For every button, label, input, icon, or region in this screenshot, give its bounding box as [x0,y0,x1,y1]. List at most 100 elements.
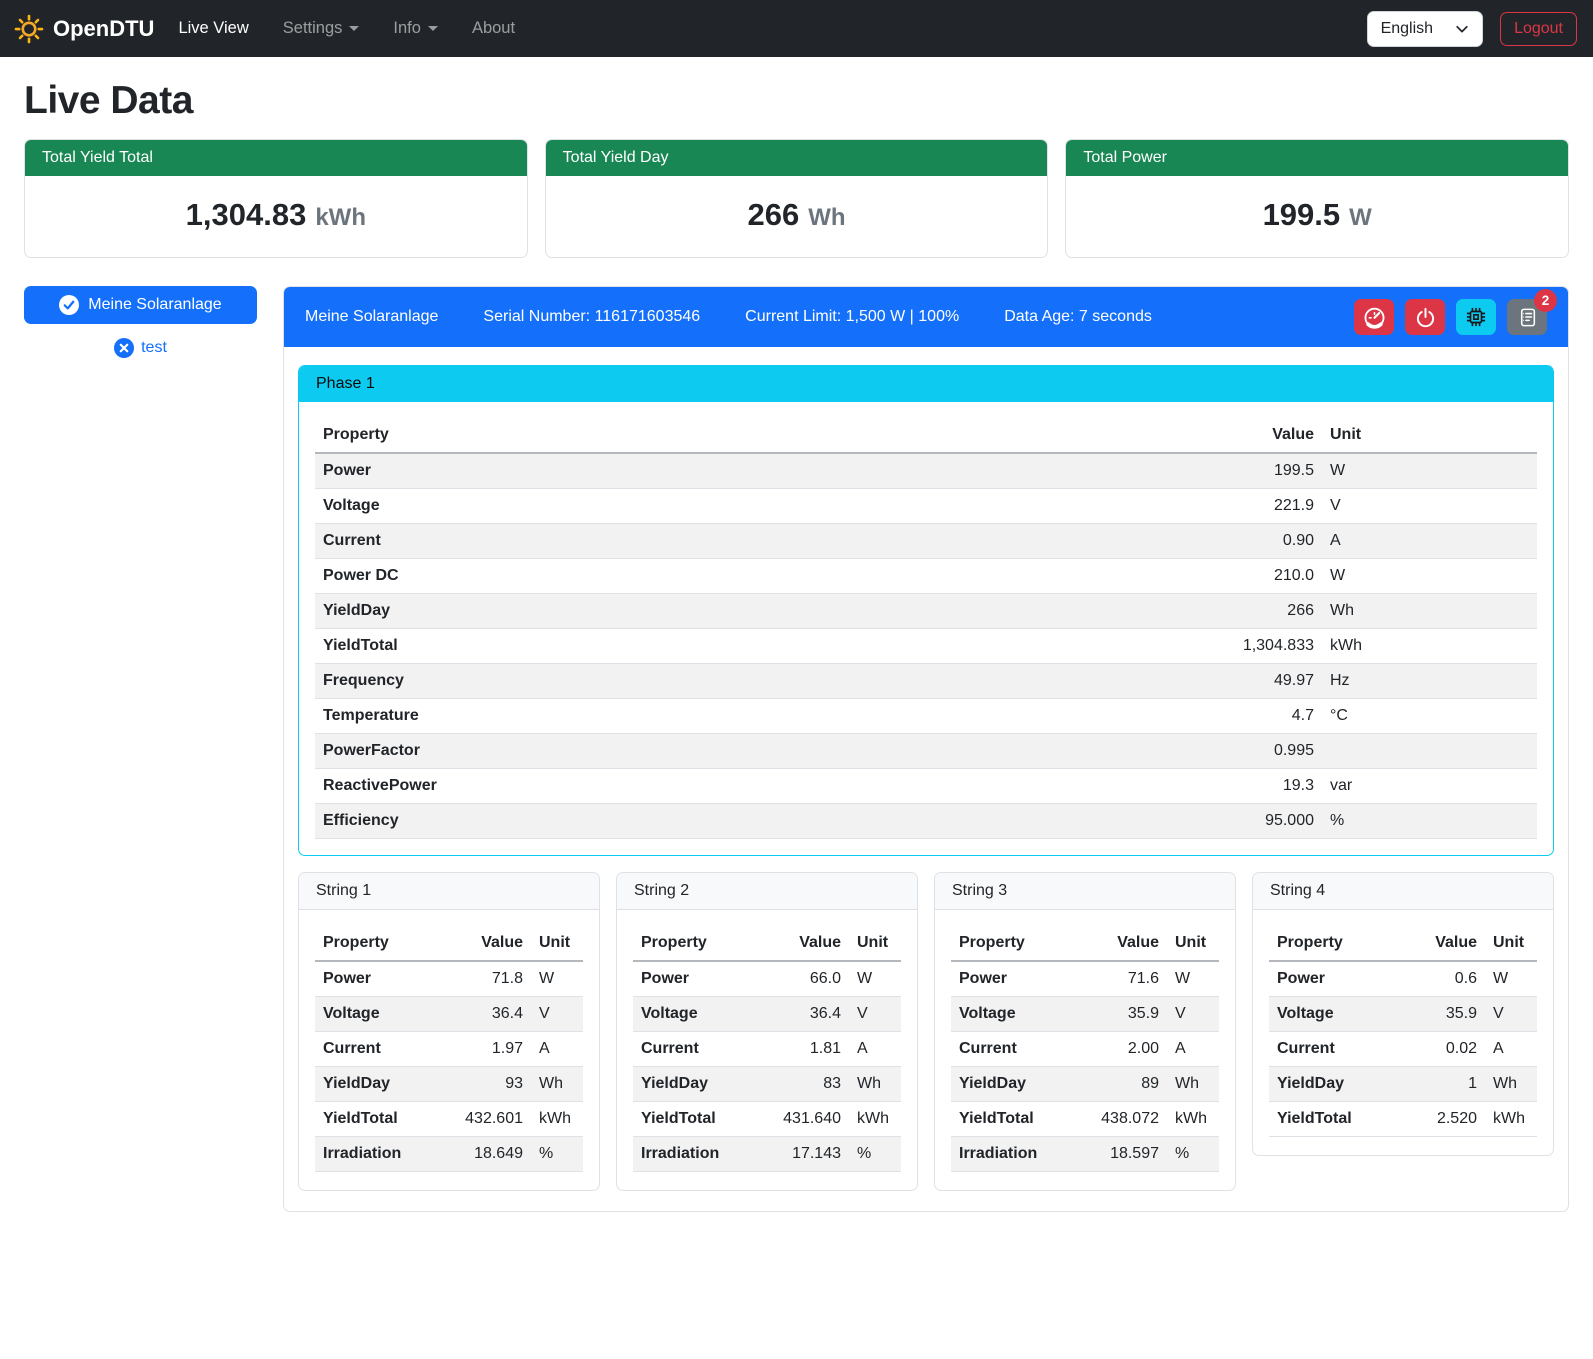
property-cell: Power DC [315,559,1202,594]
string-4-card: String 4 Property Value Unit [1252,872,1554,1156]
table-row: Irradiation18.597% [951,1137,1219,1172]
value-cell: 71.8 [441,961,531,997]
table-header-row: Property Value Unit [315,418,1537,453]
property-cell: Voltage [1269,997,1395,1032]
property-cell: Voltage [951,997,1077,1032]
unit-cell: A [531,1032,583,1067]
property-cell: Current [951,1032,1077,1067]
table-row: Current1.97A [315,1032,583,1067]
summary-value: 266 [747,197,799,233]
inverter-test-label: test [141,339,167,357]
table-row: Current1.81A [633,1032,901,1067]
column-header-property: Property [315,926,441,961]
phase-card: Phase 1 Property Value Unit Power199.5WV… [298,365,1554,856]
navbar-right: English Logout [1367,11,1577,47]
string-2-card: String 2 Property Value Unit [616,872,918,1191]
unit-cell: A [1322,524,1537,559]
unit-cell: V [849,997,901,1032]
navbar: OpenDTU Live View Settings Info About En… [0,0,1593,57]
table-row: YieldTotal432.601kWh [315,1102,583,1137]
table-row: YieldDay89Wh [951,1067,1219,1102]
value-cell: 36.4 [759,997,849,1032]
inverter-panel: Meine Solaranlage Serial Number: 1161716… [283,286,1569,1212]
inverter-select-button[interactable]: Meine Solaranlage [24,286,257,324]
summary-unit: Wh [808,204,845,232]
property-cell: PowerFactor [315,734,1202,769]
caret-down-icon [349,26,359,31]
inverter-panel-body: Phase 1 Property Value Unit Power199.5WV… [284,347,1568,1211]
inverter-data-age: Data Age: 7 seconds [1004,308,1152,326]
value-cell: 2.520 [1395,1102,1485,1137]
summary-card-total-power: Total Power 199.5 W [1065,139,1569,258]
string-card-body: Property Value Unit Power71.6WVoltage35.… [935,910,1235,1190]
string-4-table: Property Value Unit Power0.6WVoltage35.9… [1269,926,1537,1137]
logout-button[interactable]: Logout [1500,12,1577,46]
property-cell: Current [315,524,1202,559]
table-row: YieldDay83Wh [633,1067,901,1102]
column-header-unit: Unit [1485,926,1537,961]
unit-cell: °C [1322,699,1537,734]
value-cell: 17.143 [759,1137,849,1172]
nav-item-settings[interactable]: Settings [283,19,360,38]
inverter-test-link[interactable]: test [24,338,257,358]
string-card-body: Property Value Unit Power71.8WVoltage36.… [299,910,599,1190]
unit-cell: kWh [1167,1102,1219,1137]
property-cell: Efficiency [315,804,1202,839]
string-3-table: Property Value Unit Power71.6WVoltage35.… [951,926,1219,1172]
property-cell: Current [315,1032,441,1067]
table-row: Current0.90A [315,524,1537,559]
string-card-header: String 3 [935,873,1235,910]
table-row: YieldDay1Wh [1269,1067,1537,1102]
summary-card-header: Total Yield Day [546,140,1048,176]
column-header-value: Value [1395,926,1485,961]
value-cell: 18.649 [441,1137,531,1172]
property-cell: Irradiation [951,1137,1077,1172]
value-cell: 199.5 [1202,453,1322,489]
table-row: Efficiency95.000% [315,804,1537,839]
property-cell: YieldDay [315,594,1202,629]
journal-text-icon [1517,307,1538,328]
value-cell: 0.90 [1202,524,1322,559]
nav-item-info[interactable]: Info [393,19,438,38]
column-header-property: Property [315,418,1202,453]
event-count-badge: 2 [1534,289,1557,312]
phase-card-header: Phase 1 [299,366,1553,402]
column-header-value: Value [441,926,531,961]
phase-table: Property Value Unit Power199.5WVoltage22… [315,418,1537,839]
unit-cell: Wh [1322,594,1537,629]
value-cell: 1 [1395,1067,1485,1102]
event-log-button[interactable]: 2 [1507,299,1547,335]
brand[interactable]: OpenDTU [14,14,154,44]
unit-cell: kWh [849,1102,901,1137]
property-cell: Power [315,453,1202,489]
property-cell: Power [1269,961,1395,997]
page-title: Live Data [24,79,1569,123]
limit-settings-button[interactable] [1354,299,1394,335]
table-header-row: Property Value Unit [633,926,901,961]
inverter-serial: Serial Number: 116171603546 [483,308,700,326]
nav-item-about[interactable]: About [472,19,515,38]
property-cell: YieldDay [951,1067,1077,1102]
property-cell: YieldTotal [315,629,1202,664]
nav-item-live-view[interactable]: Live View [178,19,248,38]
device-info-button[interactable] [1456,299,1496,335]
strings-row: String 1 Property Value Unit [298,872,1554,1191]
value-cell: 89 [1077,1067,1167,1102]
table-row: Voltage35.9V [1269,997,1537,1032]
table-row: Voltage221.9V [315,489,1537,524]
summary-value: 1,304.83 [186,197,307,233]
inverter-panel-header: Meine Solaranlage Serial Number: 1161716… [284,287,1568,347]
property-cell: Current [633,1032,759,1067]
table-row: YieldTotal1,304.833kWh [315,629,1537,664]
caret-down-icon [428,26,438,31]
property-cell: Power [633,961,759,997]
table-header-row: Property Value Unit [951,926,1219,961]
power-button[interactable] [1405,299,1445,335]
value-cell: 2.00 [1077,1032,1167,1067]
unit-cell: kWh [1322,629,1537,664]
column-header-unit: Unit [849,926,901,961]
language-select[interactable]: English [1367,11,1483,47]
unit-cell: W [531,961,583,997]
summary-value: 199.5 [1263,197,1341,233]
unit-cell: A [1167,1032,1219,1067]
